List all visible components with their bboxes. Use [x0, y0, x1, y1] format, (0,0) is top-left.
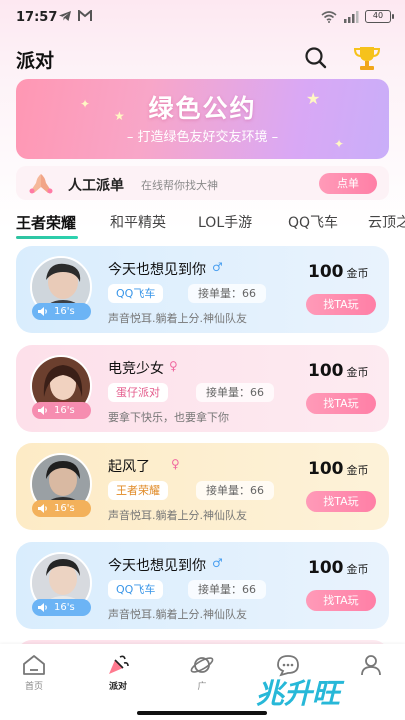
find-ta-button[interactable]: 找TA玩: [306, 294, 376, 315]
companion-card[interactable]: 16's 今天也想见到你 ♂ QQ飞车 接单量：66 声音悦耳.躺着上分.神仙队…: [16, 542, 389, 629]
tab-honor-of-kings[interactable]: 王者荣耀: [16, 212, 76, 233]
banner-title: 绿色公约: [148, 94, 257, 123]
find-ta-button[interactable]: 找TA玩: [306, 590, 376, 611]
speaker-icon: [38, 603, 47, 612]
companion-intro: 声音悦耳.躺着上分.神仙队友: [108, 608, 247, 621]
companion-card[interactable]: 16's 今天也想见到你 ♂ QQ飞车 接单量：66 声音悦耳.躺着上分.神仙队…: [16, 246, 389, 333]
battery-icon: 40: [365, 10, 394, 23]
mail-icon: [78, 10, 92, 21]
price-unit: 金币: [346, 464, 369, 477]
voice-intro[interactable]: 16's: [32, 402, 91, 419]
voice-duration: 16's: [54, 405, 75, 416]
top-header: 派对: [0, 40, 405, 76]
find-ta-button[interactable]: 找TA玩: [306, 393, 376, 414]
dispatch-title: 人工派单: [68, 178, 124, 194]
order-count: 接单量：66: [188, 580, 266, 599]
tab-active-indicator: [16, 236, 78, 239]
price: 100 金币: [308, 558, 369, 578]
green-pact-banner[interactable]: ✦ ★ ★ ✦ 绿色公约 – 打造绿色友好交友环境 –: [16, 79, 389, 159]
voice-duration: 16's: [54, 503, 75, 514]
voice-duration: 16's: [54, 602, 75, 613]
voice-duration: 16's: [54, 306, 75, 317]
price-unit: 金币: [346, 366, 369, 379]
status-time: 17:57: [16, 10, 58, 25]
nav-party[interactable]: 派对: [93, 652, 143, 692]
planet-icon: [190, 657, 214, 673]
order-count: 接单量：66: [196, 481, 274, 500]
speaker-icon: [38, 406, 47, 415]
companion-card[interactable]: 16's 电竞少女 ♀ 蛋仔派对 接单量：66 要拿下快乐，也要拿下你 100 金…: [16, 345, 389, 432]
speaker-icon: [38, 307, 47, 316]
banner-subtitle: – 打造绿色友好交友环境 –: [126, 130, 279, 145]
price-unit: 金币: [346, 267, 369, 280]
manual-dispatch-bar[interactable]: 人工派单 在线帮你找大神 点单: [16, 166, 389, 200]
game-tag: 王者荣耀: [108, 481, 168, 500]
party-icon: [109, 655, 129, 674]
home-indicator: [137, 711, 267, 715]
price: 100 金币: [308, 262, 369, 282]
companion-intro: 声音悦耳.躺着上分.神仙队友: [108, 509, 247, 522]
voice-intro[interactable]: 16's: [32, 303, 91, 320]
voice-intro[interactable]: 16's: [32, 599, 91, 616]
bottom-nav: 首页 派对 广: [0, 644, 405, 720]
user-icon: [361, 655, 381, 676]
female-icon: ♀: [171, 457, 180, 471]
nav-home[interactable]: 首页: [9, 652, 59, 692]
price-unit: 金币: [346, 563, 369, 576]
wifi-icon: [321, 10, 337, 23]
companion-name: 电竞少女: [108, 361, 164, 377]
price: 100 金币: [308, 361, 369, 381]
companion-intro: 声音悦耳.躺着上分.神仙队友: [108, 312, 247, 325]
tab-qq-speed[interactable]: QQ飞车: [288, 212, 338, 232]
game-tag: 蛋仔派对: [108, 383, 168, 402]
game-tag: QQ飞车: [108, 284, 164, 303]
order-count: 接单量：66: [188, 284, 266, 303]
male-icon: ♂: [212, 260, 223, 274]
watermark: 兆升旺: [256, 677, 341, 710]
praying-hands-icon: [29, 174, 53, 194]
female-icon: ♀: [169, 359, 178, 373]
companion-intro: 要拿下快乐，也要拿下你: [108, 411, 229, 424]
game-tag: QQ飞车: [108, 580, 164, 599]
companion-name: 今天也想见到你: [108, 558, 206, 574]
tab-peace-elite[interactable]: 和平精英: [110, 212, 166, 232]
nav-home-label: 首页: [24, 682, 43, 692]
voice-intro[interactable]: 16's: [32, 500, 91, 517]
companion-card[interactable]: 16's 起风了 ♀ 王者荣耀 接单量：66 声音悦耳.躺着上分.神仙队友 10…: [16, 443, 389, 530]
find-ta-button[interactable]: 找TA玩: [306, 491, 376, 512]
order-button[interactable]: 点单: [319, 173, 377, 194]
companion-name: 起风了: [108, 459, 150, 475]
male-icon: ♂: [212, 556, 223, 570]
companion-name: 今天也想见到你: [108, 262, 206, 278]
speaker-icon: [38, 504, 47, 513]
dispatch-description: 在线帮你找大神: [141, 179, 218, 192]
tab-tft[interactable]: 云顶之: [368, 212, 405, 232]
trophy-icon[interactable]: [352, 43, 382, 73]
nav-mine[interactable]: [346, 652, 396, 679]
order-count: 接单量：66: [196, 383, 274, 402]
nav-square-label: 广: [197, 682, 207, 692]
page-title: 派对: [16, 50, 55, 72]
home-icon: [23, 655, 45, 675]
telegram-icon: [59, 11, 71, 21]
tab-lol-mobile[interactable]: LOL手游: [198, 212, 252, 232]
status-bar: 17:57 40: [0, 0, 405, 34]
nav-square[interactable]: 广: [177, 652, 227, 692]
signal-icon: [344, 10, 359, 23]
price: 100 金币: [308, 459, 369, 479]
game-tabs: 王者荣耀 和平精英 LOL手游 QQ飞车 云顶之: [16, 212, 405, 240]
search-icon[interactable]: [303, 45, 329, 71]
nav-party-label: 派对: [108, 682, 127, 692]
